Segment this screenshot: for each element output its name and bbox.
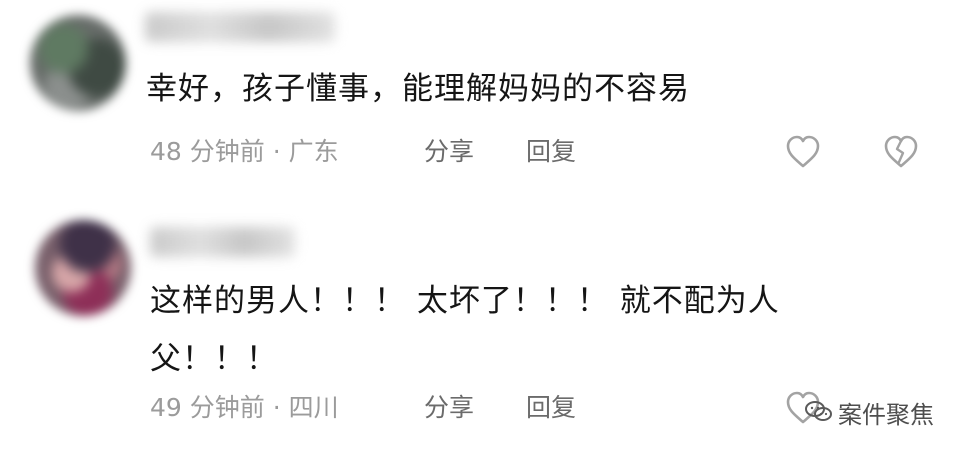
comment-text: 幸好，孩子懂事，能理解妈妈的不容易 bbox=[146, 71, 690, 107]
broken-heart-outline-icon[interactable] bbox=[881, 132, 921, 172]
share-button[interactable]: 分享 bbox=[424, 132, 474, 172]
watermark: 案件聚焦 bbox=[804, 393, 944, 431]
wechat-like-logo-icon bbox=[805, 401, 832, 421]
comment-item-1: 幸好，孩子懂事，能理解妈妈的不容易 48 分钟前 · 广东 分享 回复 bbox=[0, 0, 960, 200]
comment-time-location: 49 分钟前 · 四川 bbox=[150, 393, 339, 422]
heart-outline-icon[interactable] bbox=[783, 132, 823, 172]
blurred-username[interactable] bbox=[150, 227, 295, 257]
comment-time-location: 48 分钟前 · 广东 bbox=[150, 137, 339, 166]
reply-button[interactable]: 回复 bbox=[526, 132, 576, 172]
reply-button[interactable]: 回复 bbox=[526, 388, 576, 428]
blurred-username[interactable] bbox=[145, 12, 335, 42]
comment-meta-row: 48 分钟前 · 广东 分享 回复 bbox=[150, 132, 930, 172]
watermark-text: 案件聚焦 bbox=[838, 400, 934, 429]
comment-avatar[interactable] bbox=[35, 220, 131, 316]
comment-text: 这样的男人！！！ 太坏了！！！ 就不配为人父！！！ bbox=[150, 283, 780, 377]
share-button[interactable]: 分享 bbox=[424, 388, 474, 428]
comment-screen: 幸好，孩子懂事，能理解妈妈的不容易 48 分钟前 · 广东 分享 回复 这样的男… bbox=[0, 0, 960, 454]
comment-avatar[interactable] bbox=[30, 15, 126, 111]
